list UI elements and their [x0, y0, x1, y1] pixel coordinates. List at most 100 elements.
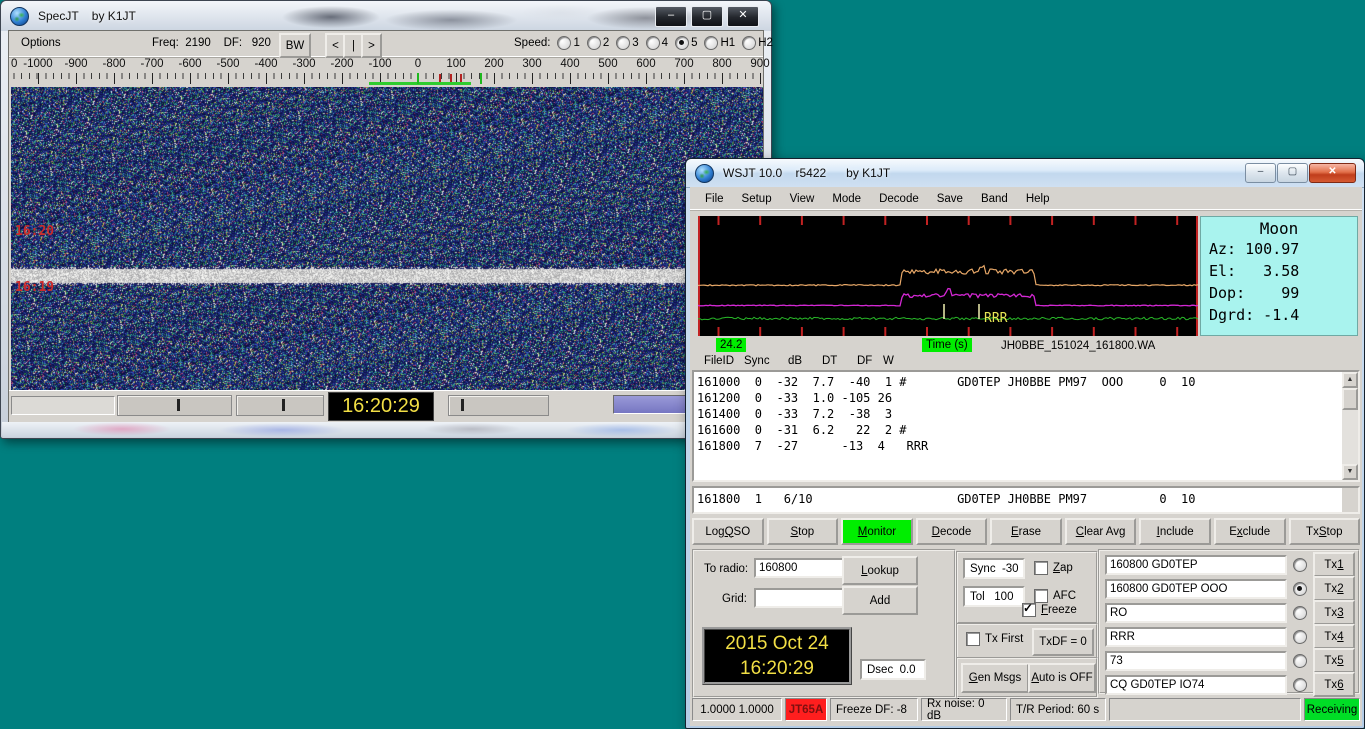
tx3-input[interactable] — [1105, 602, 1287, 623]
tx3-radio[interactable] — [1293, 605, 1307, 620]
clear-avg-button[interactable]: Clear Avg — [1064, 518, 1137, 545]
tx2-button[interactable]: Tx 2 — [1313, 576, 1355, 601]
tx6-radio[interactable] — [1293, 677, 1307, 692]
speed-radio-5[interactable] — [675, 36, 690, 50]
tx2-input[interactable] — [1105, 578, 1287, 599]
menu-view[interactable]: View — [781, 189, 824, 209]
avg-text-area[interactable]: 161800 1 6/10 GD0TEP JH0BBE PM97 0 10 — [692, 486, 1360, 514]
col-db: dB — [788, 355, 803, 367]
wsjt-minimize-button[interactable]: – — [1245, 163, 1276, 183]
grid-input[interactable] — [754, 588, 846, 608]
decode-text-area[interactable]: 161000 0 -32 7.7 -40 1 # GD0TEP JH0BBE P… — [692, 370, 1360, 482]
scrollbar-thumb[interactable] — [1342, 388, 1358, 410]
txdf-button[interactable]: TxDF = 0 — [1032, 628, 1094, 656]
menu-band[interactable]: Band — [972, 189, 1017, 209]
slider-thumb[interactable] — [176, 399, 180, 411]
speed-radio-4[interactable] — [645, 36, 660, 50]
afc-checkbox[interactable] — [1034, 589, 1048, 603]
gain-slider-2[interactable] — [236, 395, 324, 416]
speed-option-label: H1 — [720, 37, 736, 49]
options-menu[interactable]: Options — [21, 37, 61, 49]
menu-mode[interactable]: Mode — [823, 189, 870, 209]
slider-thumb[interactable] — [460, 399, 464, 411]
tx-stop-button[interactable]: Tx Stop — [1288, 518, 1361, 545]
specjt-close-button[interactable]: ✕ — [727, 6, 759, 27]
menu-help[interactable]: Help — [1017, 189, 1059, 209]
tx4-input[interactable] — [1105, 626, 1287, 647]
scroll-up-icon[interactable]: ▲ — [1342, 372, 1358, 388]
signal-plot[interactable]: RRR — [698, 216, 1198, 336]
zap-checkbox[interactable] — [1034, 561, 1048, 575]
scroll-down-icon[interactable]: ▼ — [1342, 464, 1358, 480]
to-radio-input[interactable] — [754, 558, 846, 578]
wsjt-titlebar[interactable]: WSJT 10.0 r5422 by K1JT – ▢ ✕ — [686, 159, 1364, 188]
tx-row-1: Tx1 — [1105, 552, 1358, 577]
tx-first-checkbox[interactable] — [966, 632, 980, 646]
tx4-radio[interactable] — [1293, 629, 1307, 644]
tol-box[interactable]: Tol 100 — [963, 586, 1025, 607]
gain-slider-1[interactable] — [117, 395, 232, 416]
sync-box[interactable]: Sync -30 — [963, 558, 1025, 579]
tx1-button[interactable]: Tx 1 — [1313, 552, 1355, 577]
gen-msgs-button[interactable]: Gen Msgs — [961, 663, 1029, 693]
monitor-button[interactable]: Monitor — [841, 518, 913, 545]
menu-file[interactable]: File — [696, 189, 733, 209]
wsjt-maximize-button[interactable]: ▢ — [1277, 163, 1308, 183]
freq-scale-label: 0 — [414, 58, 422, 70]
tx-row-5: Tx5 — [1105, 648, 1358, 673]
scroll-right-button[interactable]: > — [361, 33, 382, 58]
tx1-radio[interactable] — [1293, 557, 1307, 572]
freq-scale-label: -500 — [216, 58, 240, 70]
lookup-button[interactable]: Lookup — [842, 556, 918, 585]
include-button[interactable]: Include — [1139, 518, 1211, 545]
log-qso-button[interactable]: Log Q SO — [692, 518, 764, 545]
tx1-input[interactable] — [1105, 554, 1287, 575]
speed-radio-h1[interactable] — [704, 36, 719, 50]
tx3-button[interactable]: Tx 3 — [1313, 600, 1355, 625]
col-sync: Sync — [744, 355, 770, 367]
auto-button[interactable]: Auto is OFF — [1028, 663, 1096, 693]
decode-scrollbar[interactable]: ▲ ▼ — [1342, 372, 1358, 480]
menu-save[interactable]: Save — [928, 189, 972, 209]
specjt-client: Options Freq: 2190 DF: 920 (Hz) BW < | >… — [8, 30, 773, 422]
freq-scale-label: 100 — [446, 58, 466, 70]
speed-radio-h2[interactable] — [742, 36, 757, 50]
stop-button[interactable]: Stop — [766, 518, 839, 545]
specjt-titlebar[interactable]: SpecJT by K1JT – ▢ ✕ — [1, 1, 771, 31]
specjt-maximize-button[interactable]: ▢ — [691, 6, 723, 27]
speed-radio-1[interactable] — [557, 36, 572, 50]
speed-option-label: 2 — [602, 37, 610, 49]
speed-radio-2[interactable] — [586, 36, 601, 50]
freq-scale-label: -300 — [292, 58, 316, 70]
tx4-button[interactable]: Tx 4 — [1313, 624, 1355, 649]
col-df: DF — [857, 355, 873, 367]
decode-line: 161200 0 -33 1.0 -105 26 — [697, 391, 893, 405]
add-button[interactable]: Add — [842, 586, 918, 615]
speed-radio-3[interactable] — [616, 36, 631, 50]
specjt-title: SpecJT by K1JT — [38, 9, 136, 23]
wsjt-close-button[interactable]: ✕ — [1309, 163, 1356, 183]
gain-slider-3[interactable] — [448, 395, 549, 416]
bw-button[interactable]: BW — [279, 33, 311, 58]
waterfall-display[interactable] — [11, 87, 763, 390]
freq-scale-label: -900 — [64, 58, 88, 70]
slider-thumb[interactable] — [281, 399, 285, 411]
tx5-radio[interactable] — [1293, 653, 1307, 668]
menu-decode[interactable]: Decode — [870, 189, 928, 209]
tx5-button[interactable]: Tx 5 — [1313, 648, 1355, 673]
tx2-radio[interactable] — [1293, 581, 1307, 596]
tr-period-status: T/R Period: 60 s — [1010, 698, 1106, 721]
afc-label: AFC — [1053, 590, 1076, 602]
specjt-minimize-button[interactable]: – — [655, 6, 687, 27]
exclude-button[interactable]: Ex clude — [1213, 518, 1286, 545]
freeze-checkbox[interactable] — [1022, 601, 1036, 617]
tx6-input[interactable] — [1105, 674, 1287, 695]
tx-first-label: Tx First — [985, 633, 1024, 645]
speed-option-label: 5 — [691, 37, 698, 49]
decode-button[interactable]: Decode — [915, 518, 988, 545]
frequency-scale[interactable]: 0 -1000 -900 -800 -700 -600 -500 -400 -300 -200-… — [9, 58, 770, 87]
tx5-input[interactable] — [1105, 650, 1287, 671]
erase-button[interactable]: Erase — [990, 518, 1062, 545]
tx6-button[interactable]: Tx 6 — [1313, 672, 1355, 697]
menu-setup[interactable]: Setup — [733, 189, 781, 209]
